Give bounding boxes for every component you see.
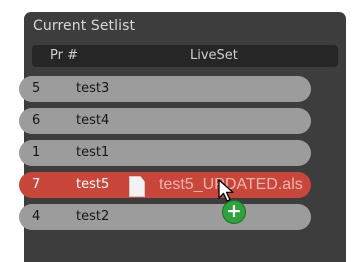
- panel-title: Current Setlist: [33, 18, 136, 34]
- column-header-liveset[interactable]: LiveSet: [190, 48, 238, 63]
- row-liveset-name: test4: [76, 113, 110, 128]
- row-pr-number: 4: [32, 209, 41, 224]
- setlist-row[interactable]: 5 test3: [19, 76, 311, 102]
- row-liveset-name: test1: [76, 145, 110, 160]
- setlist-row[interactable]: 1 test1: [19, 140, 311, 166]
- row-pr-number: 1: [32, 145, 41, 160]
- row-pr-number: 7: [32, 177, 41, 192]
- setlist-row[interactable]: 6 test4: [19, 108, 311, 134]
- row-pr-number: 6: [32, 113, 41, 128]
- row-pr-number: 5: [32, 81, 41, 96]
- setlist-row[interactable]: 4 test2: [19, 204, 311, 230]
- document-icon: [129, 176, 145, 197]
- row-liveset-name: test3: [76, 81, 110, 96]
- row-liveset-name: test5: [76, 177, 110, 192]
- row-liveset-name: test2: [76, 209, 110, 224]
- plus-badge-icon: +: [222, 200, 246, 224]
- column-header: Pr # LiveSet: [32, 45, 338, 67]
- column-header-pr[interactable]: Pr #: [50, 48, 78, 63]
